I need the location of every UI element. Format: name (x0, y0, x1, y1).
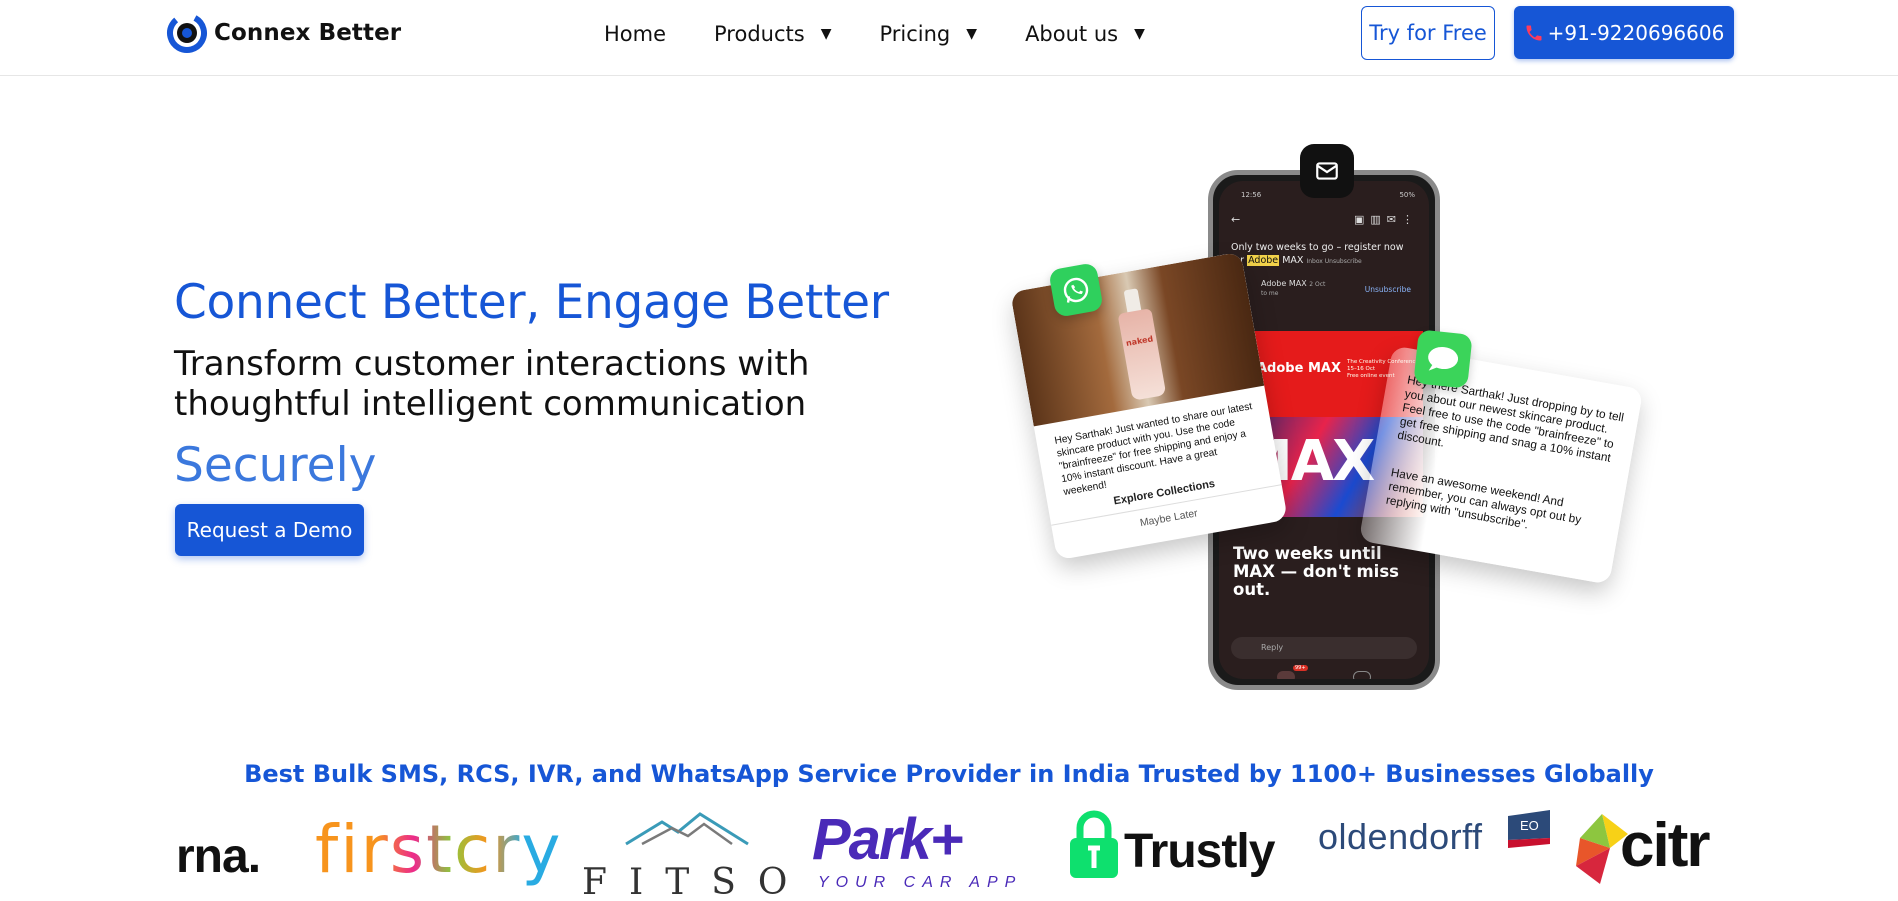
trusted-headline: Best Bulk SMS, RCS, IVR, and WhatsApp Se… (244, 760, 1654, 788)
logo-citr-text: citr (1620, 811, 1710, 880)
logo-park-tagline: YOUR CAR APP (818, 874, 1023, 891)
nav-products[interactable]: Products ▼ (714, 22, 831, 46)
logo-trustly-text: Trustly (1124, 825, 1275, 878)
phone-status-battery: 50% (1399, 191, 1415, 199)
mail-tags: Inbox Unsubscribe (1306, 258, 1362, 265)
brand-logo-link[interactable]: Connex Better (166, 12, 401, 54)
logo-firstcry-text: firstcry (315, 811, 563, 888)
logo-park-text: Park+ (812, 807, 964, 872)
mail-toolbar: ← ▣▥✉⋮ (1229, 213, 1419, 227)
caret-down-icon: ▼ (966, 26, 978, 42)
hero-rotating-word: Securely (174, 438, 377, 493)
phone-status-time: 12:56 (1241, 191, 1262, 199)
logo-fitso: FITSO (582, 806, 792, 901)
hero-title: Connect Better, Engage Better (174, 275, 889, 330)
caret-down-icon: ▼ (820, 26, 832, 42)
nav-home-label: Home (604, 22, 667, 46)
inbox-badge: 99+ (1293, 665, 1308, 671)
call-phone-button[interactable]: +91-9220696606 (1514, 6, 1734, 59)
main-nav: Home Products ▼ Pricing ▼ About us ▼ (604, 18, 1193, 50)
sms-message-text-1: Hey there Sarthak! Just dropping by to t… (1396, 372, 1625, 465)
request-demo-button[interactable]: Request a Demo (175, 504, 364, 556)
product-label: naked (1125, 334, 1154, 348)
mail-subject: Only two weeks to go – register now for … (1231, 241, 1413, 268)
mail-actions-icons: ▣▥✉⋮ (1353, 213, 1419, 226)
logo-oldendorff-text: oldendorff (1318, 816, 1483, 857)
email-banner-title: Adobe MAX (1257, 361, 1341, 376)
whatsapp-icon (1048, 262, 1104, 318)
nav-products-label: Products (714, 22, 805, 46)
mail-sender-name: Adobe MAX (1261, 279, 1307, 288)
oldendorff-flag-mark: EO (1520, 818, 1539, 833)
hero-subtitle: Transform customer interactions with tho… (174, 344, 934, 424)
caret-down-icon: ▼ (1134, 26, 1145, 42)
mail-icon (1300, 144, 1354, 198)
mail-sender: Adobe MAX 2 Oct to me (1261, 279, 1325, 297)
brand-name: Connex Better (214, 20, 402, 46)
email-banner-detail-2: 15–16 Oct (1347, 366, 1376, 372)
messages-icon (1413, 329, 1473, 389)
reply-label: Reply (1261, 643, 1284, 652)
fitso-mountain-icon (625, 812, 749, 846)
logo-trustly: Trustly (1066, 806, 1296, 901)
client-logos: rna. firstcry FITSO Park+ YOUR CAR APP T… (170, 806, 1730, 901)
oldendorff-flag-icon: EO (1508, 810, 1550, 848)
whatsapp-message-card: naked Hey Sarthak! Just wanted to share … (1010, 251, 1288, 561)
logo-firstcry: firstcry (315, 802, 562, 897)
connex-logo-icon (167, 13, 207, 53)
logo-fitso-text: FITSO (582, 862, 810, 901)
phone-number: +91-9220696606 (1547, 20, 1725, 45)
mail-unsubscribe-link: Unsubscribe (1364, 285, 1411, 294)
phone-icon (1526, 25, 1542, 40)
mail-subject-highlight: Adobe (1247, 255, 1280, 266)
nav-home[interactable]: Home (604, 22, 666, 46)
reply-bar: Reply (1231, 637, 1417, 659)
inbox-tab-icon (1277, 671, 1295, 679)
logo-citr: citr (1572, 806, 1732, 901)
sms-message-text-2: Have an awesome weekend! And remember, y… (1385, 465, 1583, 532)
email-body-text: Two weeks until MAX — don't miss out. (1233, 544, 1399, 599)
hero-subtitle-line-2: thoughtful intelligent communication (174, 384, 807, 424)
back-arrow-icon: ← (1231, 213, 1241, 226)
meet-tab-icon (1353, 671, 1371, 679)
nav-about-us[interactable]: About us ▼ (1025, 22, 1145, 46)
logo-park-plus: Park+ YOUR CAR APP (812, 806, 1056, 901)
hero-subtitle-line-1: Transform customer interactions with (174, 344, 810, 384)
navbar: Connex Better Home Products ▼ Pricing ▼ … (0, 0, 1898, 76)
try-for-free-button[interactable]: Try for Free (1361, 6, 1495, 60)
logo-oldendorff: oldendorff EO (1318, 806, 1558, 901)
mail-subject-suffix: MAX (1282, 255, 1304, 266)
nav-pricing[interactable]: Pricing ▼ (879, 22, 977, 46)
hero-illustration: 12:56 50% ← ▣▥✉⋮ Only two weeks to go – … (1010, 140, 1660, 700)
mail-sender-date: 2 Oct (1309, 281, 1326, 288)
nav-pricing-label: Pricing (879, 22, 951, 46)
trustly-padlock-icon (1070, 810, 1118, 878)
logo-rna: rna. (176, 829, 261, 883)
phone-bottom-nav: 99+ (1259, 665, 1389, 679)
nav-about-us-label: About us (1025, 22, 1119, 46)
mail-recipient: to me (1261, 290, 1279, 297)
